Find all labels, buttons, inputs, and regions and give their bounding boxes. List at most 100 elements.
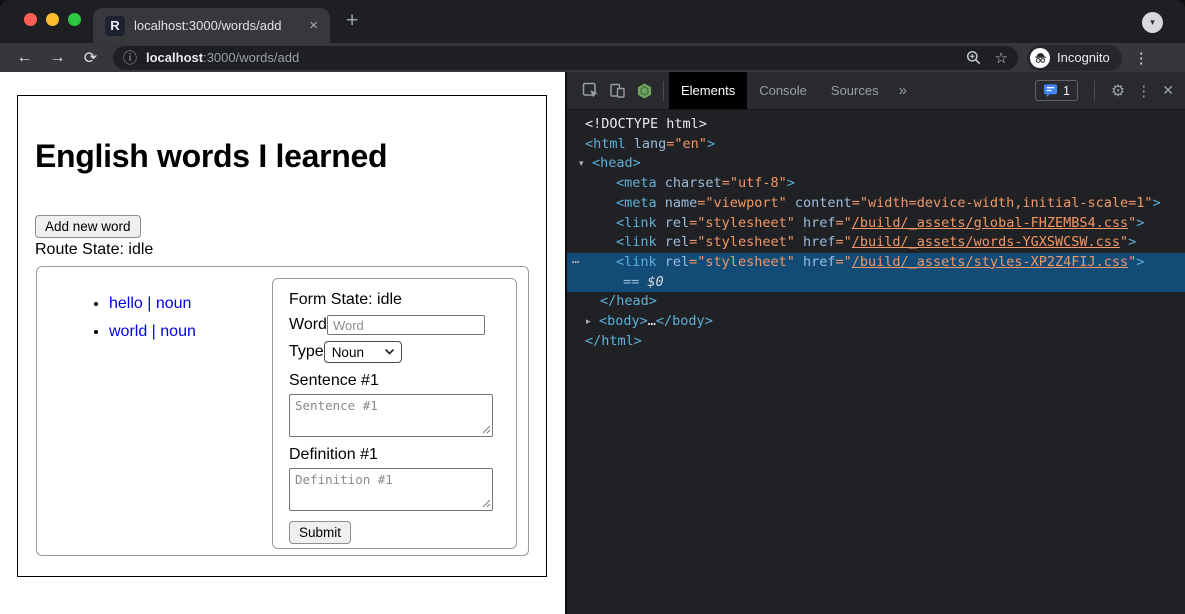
code-segment: ="stylesheet" (689, 254, 795, 270)
device-toolbar-icon[interactable] (604, 82, 631, 99)
code-segment: content (795, 195, 852, 211)
code-segment: ="stylesheet" (689, 215, 795, 231)
tab-close-icon[interactable]: × (309, 17, 318, 34)
issues-count: 1 (1063, 84, 1070, 98)
code-segment: > (1128, 234, 1136, 250)
tab-console[interactable]: Console (747, 72, 819, 109)
code-segment: ="utf-8" (722, 175, 787, 191)
address-bar[interactable]: ⓘ localhost:3000/words/add ☆ (113, 46, 1018, 70)
code-line[interactable]: <!DOCTYPE html> (567, 115, 1185, 135)
url-path: :3000/words/add (203, 50, 299, 65)
code-line[interactable]: <html lang="en"> (567, 135, 1185, 155)
submit-button[interactable]: Submit (289, 521, 351, 544)
code-segment: $0 (647, 274, 663, 290)
add-word-form: Form State: idle Word Type Noun (272, 278, 517, 549)
forward-icon[interactable]: → (45, 49, 70, 67)
code-segment: > (1152, 195, 1160, 211)
page-title: English words I learned (35, 138, 387, 175)
code-line[interactable]: <meta name="viewport" content="width=dev… (567, 194, 1185, 214)
code-segment: ="viewport" (697, 195, 786, 211)
settings-gear-icon[interactable]: ⚙ (1111, 81, 1125, 101)
code-segment: lang (634, 136, 667, 152)
devtools-close-icon[interactable]: ✕ (1162, 82, 1174, 99)
code-line[interactable]: </head> (567, 292, 1185, 312)
code-line[interactable]: ⋯<link rel="stylesheet" href="/build/_as… (567, 253, 1185, 273)
code-segment: =" (836, 215, 852, 231)
code-segment: href (803, 234, 836, 250)
inspect-element-icon[interactable] (577, 82, 604, 99)
code-segment (795, 254, 803, 270)
tab-elements[interactable]: Elements (669, 72, 747, 109)
code-segment: <link (616, 234, 665, 250)
resize-handle-icon[interactable] (482, 499, 491, 508)
tab-title: localhost:3000/words/add (134, 18, 303, 33)
code-segment: =" (836, 234, 852, 250)
definition-label: Definition #1 (289, 446, 500, 464)
collapse-arrow-icon[interactable]: ▾ (579, 155, 584, 175)
code-line[interactable]: == $0 (567, 273, 1185, 293)
code-segment: charset (665, 175, 722, 191)
code-segment: ="stylesheet" (689, 234, 795, 250)
expand-arrow-icon[interactable]: ▸ (586, 313, 591, 333)
route-state-text: Route State: idle (35, 241, 153, 259)
form-state-text: Form State: idle (289, 291, 500, 309)
type-select[interactable]: Noun (324, 341, 402, 363)
resize-handle-icon[interactable] (482, 425, 491, 434)
devtools-code: <!DOCTYPE html><html lang="en">▾<head><m… (567, 110, 1185, 351)
word-link[interactable]: hello | noun (109, 295, 191, 312)
site-info-icon[interactable]: ⓘ (123, 48, 137, 68)
code-segment: rel (665, 215, 689, 231)
issues-counter[interactable]: 1 (1035, 80, 1078, 101)
definition-textarea[interactable] (289, 468, 493, 511)
line-options-icon[interactable]: ⋯ (572, 253, 580, 273)
word-input[interactable] (327, 315, 485, 335)
code-segment: … (648, 313, 656, 329)
code-segment: <head> (592, 155, 641, 171)
reload-icon[interactable]: ⟳ (78, 48, 103, 68)
code-line[interactable]: <link rel="stylesheet" href="/build/_ass… (567, 214, 1185, 234)
zoom-page-icon[interactable] (966, 50, 981, 65)
back-icon[interactable]: ← (12, 49, 37, 67)
code-line[interactable]: ▾ <head> (567, 154, 1185, 174)
devtools-toolbar: Elements Console Sources » 1 ⚙ ⋮ ✕ (567, 72, 1185, 110)
word-link[interactable]: world | noun (109, 323, 196, 340)
add-new-word-button[interactable]: Add new word (35, 215, 141, 238)
tab-sources[interactable]: Sources (819, 72, 891, 109)
code-segment: <meta (616, 195, 665, 211)
more-tabs-icon[interactable]: » (899, 82, 907, 99)
close-window-icon[interactable] (24, 13, 37, 26)
code-segment: <link (616, 254, 665, 270)
code-segment: <html (585, 136, 634, 152)
code-segment: ="en" (666, 136, 707, 152)
code-line[interactable]: <meta charset="utf-8"> (567, 174, 1185, 194)
url-host: localhost (146, 50, 203, 65)
browser-menu-icon[interactable]: ⋮ (1134, 49, 1149, 67)
sentence-textarea[interactable] (289, 394, 493, 437)
browser-toolbar: ← → ⟳ ⓘ localhost:3000/words/add ☆ Incog… (0, 43, 1185, 72)
extension-hexagon-icon[interactable] (631, 82, 658, 100)
new-tab-button[interactable]: + (346, 9, 358, 33)
word-row: Word (289, 315, 500, 335)
incognito-label: Incognito (1057, 50, 1110, 65)
devtools-menu-icon[interactable]: ⋮ (1136, 82, 1151, 100)
code-segment: <link (616, 215, 665, 231)
code-segment: rel (665, 234, 689, 250)
code-segment: == (623, 274, 647, 290)
code-line[interactable]: <link rel="stylesheet" href="/build/_ass… (567, 233, 1185, 253)
type-row: Type Noun (289, 340, 500, 363)
bookmark-star-icon[interactable]: ☆ (995, 49, 1008, 67)
code-segment: =" (836, 254, 852, 270)
code-line[interactable]: ▸<body>…</body> (567, 312, 1185, 332)
code-line[interactable]: </html> (567, 332, 1185, 352)
fullscreen-window-icon[interactable] (68, 13, 81, 26)
incognito-badge: Incognito (1027, 45, 1122, 71)
code-segment: <!DOCTYPE html> (585, 116, 707, 132)
code-segment: </head> (600, 293, 657, 309)
minimize-window-icon[interactable] (46, 13, 59, 26)
browser-tab[interactable]: R localhost:3000/words/add × (93, 8, 330, 43)
window-chevron-icon[interactable]: ▾ (1142, 12, 1163, 33)
words-container: hello | noun world | noun Form State: idl… (36, 266, 529, 556)
sentence-label: Sentence #1 (289, 372, 500, 390)
code-segment: /build/_assets/styles-XP2Z4FIJ.css (852, 254, 1128, 270)
code-segment: > (1136, 215, 1144, 231)
